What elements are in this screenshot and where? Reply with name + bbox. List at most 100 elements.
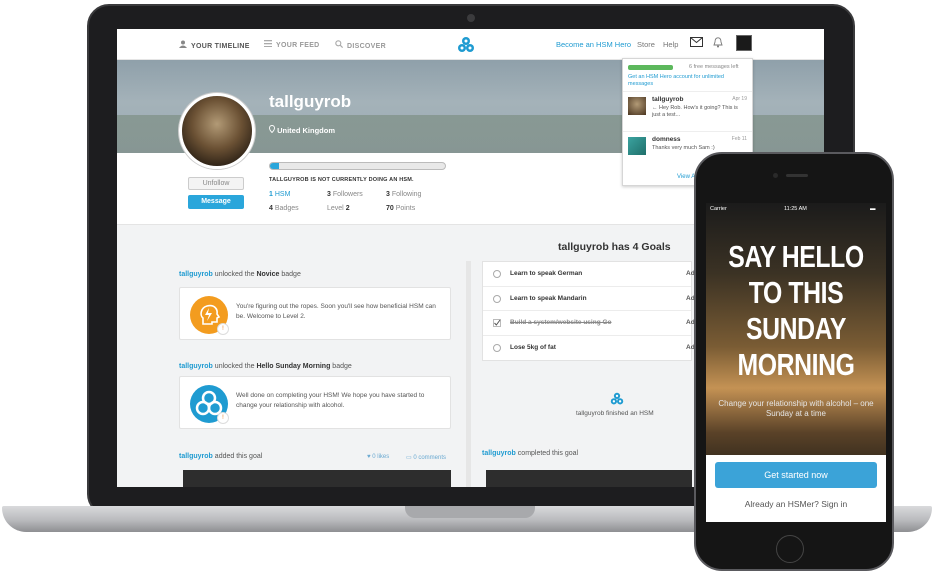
- goal-label: Lose 5kg of fat: [510, 343, 556, 351]
- feed-user-link[interactable]: tallguyrob: [179, 271, 213, 278]
- nav-timeline-label: YOUR TIMELINE: [191, 43, 250, 50]
- goals-list: Learn to speak German Add Learn to speak…: [482, 261, 699, 361]
- top-nav: YOUR TIMELINE YOUR FEED DISCOVER Become …: [117, 29, 824, 60]
- stat-hsm[interactable]: 1 HSM: [269, 191, 290, 198]
- free-messages-fill: [628, 65, 673, 70]
- feed-user-link[interactable]: tallguyrob: [179, 453, 213, 460]
- nav-your-timeline[interactable]: YOUR TIMELINE: [179, 40, 250, 50]
- stat-badges-num: 4: [269, 205, 273, 212]
- goal-checkbox[interactable]: [493, 343, 501, 352]
- product-mockup: YOUR TIMELINE YOUR FEED DISCOVER Become …: [0, 0, 941, 573]
- mail-icon[interactable]: [690, 37, 703, 50]
- stat-points-num: 70: [386, 205, 394, 212]
- likes-label: 0 likes: [372, 454, 390, 460]
- goal-label: Learn to speak German: [510, 270, 583, 277]
- feed-action-text: unlocked the: [214, 271, 255, 278]
- hsm-logo-icon: [610, 392, 624, 405]
- comments-count[interactable]: ▭ 0 comments: [406, 454, 446, 461]
- feed-item-header: tallguyrob added this goal: [179, 453, 262, 460]
- message-item[interactable]: tallguyrob Apr 19 ← Hey Rob. How's it go…: [623, 91, 752, 131]
- stat-followers-num: 3: [327, 191, 331, 198]
- search-icon: [335, 40, 344, 50]
- goals-heading: tallguyrob has 4 Goals: [558, 241, 671, 253]
- nav-your-feed[interactable]: YOUR FEED: [264, 40, 320, 49]
- stat-level: Level 2: [327, 205, 350, 212]
- bell-icon[interactable]: [713, 37, 723, 51]
- goal-row[interactable]: Learn to speak German Add: [483, 262, 699, 287]
- avatar: [628, 97, 646, 115]
- user-avatar-menu[interactable]: [736, 35, 752, 51]
- feed-action-text: completed this goal: [517, 450, 579, 457]
- likes-count[interactable]: ♥ 0 likes: [367, 454, 389, 460]
- profile-location: United Kingdom: [269, 125, 335, 135]
- headline-line: SAY HELLO: [728, 239, 864, 274]
- hsm-status-text: TALLGUYROB IS NOT CURRENTLY DOING AN HSM…: [269, 177, 414, 183]
- upgrade-link[interactable]: Get an HSM Hero account for unlimited me…: [628, 74, 749, 88]
- phone-screen: Carrier 11:25 AM ▬ SAY HELLO TO THIS SUN…: [706, 203, 886, 522]
- profile-avatar: [179, 93, 255, 169]
- badge-card-text: You're figuring out the ropes. Soon you'…: [236, 303, 436, 320]
- finished-hsm-text: tallguyrob finished an HSM: [576, 410, 654, 417]
- badge-level-icon: !: [217, 323, 229, 335]
- sign-in-link[interactable]: Already an HSMer? Sign in: [706, 499, 886, 509]
- phone-camera: [773, 173, 778, 178]
- store-link[interactable]: Store: [637, 40, 655, 49]
- stat-following-label: Following: [391, 191, 422, 198]
- feed-item-header: tallguyrob unlocked the Novice badge: [179, 271, 301, 278]
- badge-card-text: Well done on completing your HSM! We hop…: [236, 392, 425, 409]
- hsm-progress-bar: [269, 162, 446, 170]
- goal-label: Build a system/website using Go: [510, 319, 612, 326]
- feed-user-link[interactable]: tallguyrob: [482, 450, 516, 457]
- message-sender: tallguyrob: [652, 96, 684, 103]
- hsm-logo-icon[interactable]: [457, 36, 475, 54]
- avatar: [628, 137, 646, 155]
- become-hero-link[interactable]: Become an HSM Hero: [556, 40, 631, 49]
- welcome-headline: SAY HELLO TO THIS SUNDAY MORNING: [724, 239, 868, 383]
- stat-points-label: Points: [395, 205, 416, 212]
- laptop-camera: [467, 14, 475, 22]
- battery-icon: ▬: [870, 206, 876, 212]
- user-icon: [179, 40, 187, 50]
- message-sender: domness: [652, 136, 681, 143]
- feed-action-text: added this goal: [214, 453, 263, 460]
- goal-checkbox[interactable]: [493, 294, 501, 303]
- goal-row[interactable]: Build a system/website using Go Add: [483, 311, 699, 336]
- message-button[interactable]: Message: [188, 195, 244, 209]
- nav-feed-label: YOUR FEED: [276, 42, 320, 49]
- goal-row[interactable]: Lose 5kg of fat Add: [483, 336, 699, 361]
- stat-hsm-label: HSM: [274, 191, 291, 198]
- stat-badges-label: Badges: [274, 205, 299, 212]
- stat-level-label: Level: [327, 205, 344, 212]
- laptop-notch: [405, 506, 535, 518]
- heart-icon: ♥: [367, 454, 371, 460]
- feed-badge-name: Hello Sunday Morning: [256, 363, 331, 370]
- location-text: United Kingdom: [277, 126, 336, 135]
- stat-following-num: 3: [386, 191, 390, 198]
- status-carrier: Carrier: [710, 206, 727, 212]
- goal-checkbox[interactable]: [493, 270, 501, 278]
- stat-level-num: 2: [345, 205, 350, 212]
- status-time: 11:25 AM: [784, 206, 807, 212]
- unfollow-button[interactable]: Unfollow: [188, 177, 244, 190]
- profile-username: tallguyrob: [269, 92, 352, 111]
- badge-level-icon: !: [217, 412, 229, 424]
- help-link[interactable]: Help: [663, 40, 678, 49]
- stat-following[interactable]: 3 Following: [386, 191, 421, 198]
- nav-discover[interactable]: DISCOVER: [335, 40, 386, 50]
- feed-action-suffix: badge: [332, 363, 352, 370]
- feed-user-link[interactable]: tallguyrob: [179, 363, 213, 370]
- check-icon[interactable]: [493, 319, 501, 327]
- goal-row[interactable]: Learn to speak Mandarin Add: [483, 287, 699, 311]
- feed-action-text: unlocked the: [214, 363, 255, 370]
- free-messages-left: 6 free messages left: [689, 64, 739, 70]
- stat-badges[interactable]: 4 Badges: [269, 205, 299, 212]
- feed-item-header: tallguyrob unlocked the Hello Sunday Mor…: [179, 363, 352, 370]
- phone-action-panel: Get started now Already an HSMer? Sign i…: [706, 455, 886, 522]
- novice-badge: !: [190, 296, 229, 335]
- badge-card: ! Well done on completing your HSM! We h…: [179, 376, 451, 429]
- goal-label: Learn to speak Mandarin: [510, 294, 587, 302]
- message-preview: ← Hey Rob. How's it going? This is just …: [652, 105, 738, 118]
- stat-followers[interactable]: 3 Followers: [327, 191, 363, 198]
- phone-home-button[interactable]: [776, 535, 804, 563]
- get-started-button[interactable]: Get started now: [715, 462, 877, 488]
